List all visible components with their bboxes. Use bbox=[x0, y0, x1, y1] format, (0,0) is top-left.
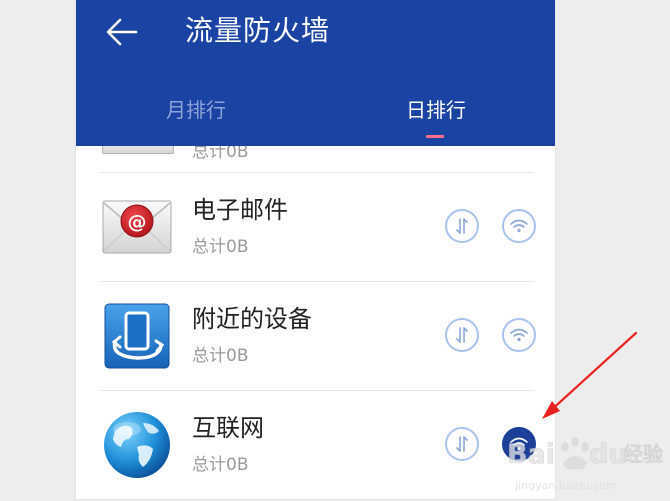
baidu-paw-logo-icon: Bai du 经验 jingyan.baidu.com bbox=[507, 437, 663, 492]
svg-text:经验: 经验 bbox=[623, 442, 663, 466]
list-item-partial: 总计0B bbox=[76, 146, 555, 172]
app-name: 附近的设备 bbox=[192, 305, 312, 333]
partial-app-icon bbox=[102, 146, 174, 154]
mobile-data-toggle-button[interactable] bbox=[445, 209, 479, 243]
page-title: 流量防火墙 bbox=[185, 14, 331, 47]
back-arrow-icon bbox=[106, 18, 138, 46]
active-tab-indicator bbox=[426, 135, 444, 138]
data-transfer-icon bbox=[456, 327, 468, 343]
email-app-icon: @ bbox=[102, 200, 172, 254]
tab-monthly-ranking[interactable]: 月排行 bbox=[116, 96, 276, 124]
baidu-watermark: Bai du 经验 jingyan.baidu.com bbox=[505, 425, 670, 497]
wifi-icon bbox=[510, 219, 528, 233]
svg-text:@: @ bbox=[128, 211, 147, 233]
app-name: 互联网 bbox=[192, 414, 264, 442]
app-total: 总计0B bbox=[192, 455, 249, 475]
app-bar: 流量防火墙 月排行 日排行 bbox=[76, 0, 555, 146]
annotation-arrow-icon bbox=[542, 331, 638, 419]
wifi-toggle-button[interactable] bbox=[502, 209, 536, 243]
svg-text:jingyan.baidu.com: jingyan.baidu.com bbox=[514, 479, 617, 492]
partial-app-total: 总计0B bbox=[192, 146, 249, 162]
mobile-data-toggle-button[interactable] bbox=[445, 427, 479, 461]
tab-daily-ranking[interactable]: 日排行 bbox=[356, 96, 516, 124]
mobile-data-toggle-button[interactable] bbox=[445, 318, 479, 352]
app-total: 总计0B bbox=[192, 237, 249, 257]
data-transfer-icon bbox=[456, 218, 468, 234]
app-name: 电子邮件 bbox=[192, 196, 288, 224]
list-item: 互联网 总计0B bbox=[76, 391, 555, 499]
back-button[interactable] bbox=[102, 12, 142, 52]
list-item: @ 电子邮件 总计0B bbox=[76, 173, 555, 282]
list-item: 附近的设备 总计0B bbox=[76, 282, 555, 391]
svg-text:Bai: Bai bbox=[507, 439, 555, 470]
svg-text:du: du bbox=[589, 439, 628, 470]
globe-browser-app-icon bbox=[104, 412, 170, 478]
nearby-devices-app-icon bbox=[104, 303, 170, 369]
data-transfer-icon bbox=[456, 436, 468, 452]
app-total: 总计0B bbox=[192, 346, 249, 366]
phone-screen: 流量防火墙 月排行 日排行 总计0B @ 电子邮件 总计0B 附近的设备 总计0… bbox=[76, 0, 555, 499]
